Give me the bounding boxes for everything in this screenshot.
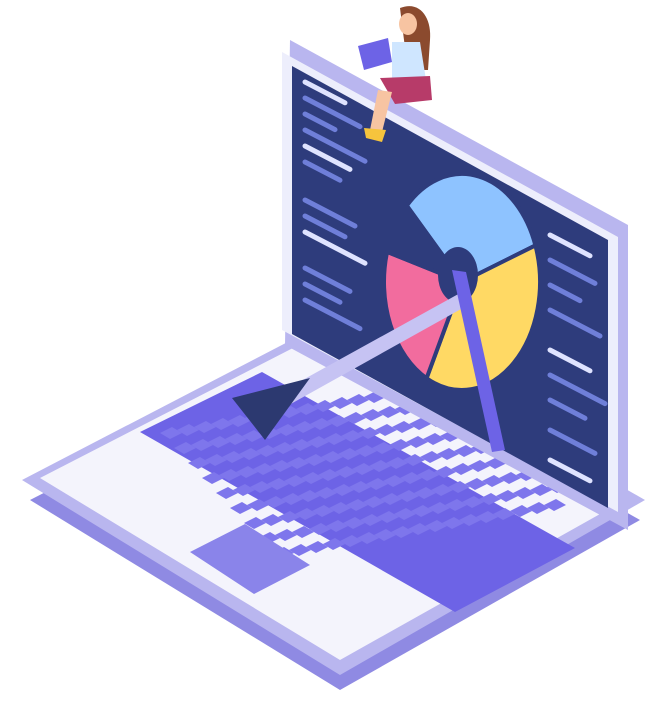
laptop-illustration <box>22 6 645 690</box>
laptop-small-icon <box>358 38 392 70</box>
woman-top <box>392 42 426 82</box>
woman-face <box>399 13 417 35</box>
